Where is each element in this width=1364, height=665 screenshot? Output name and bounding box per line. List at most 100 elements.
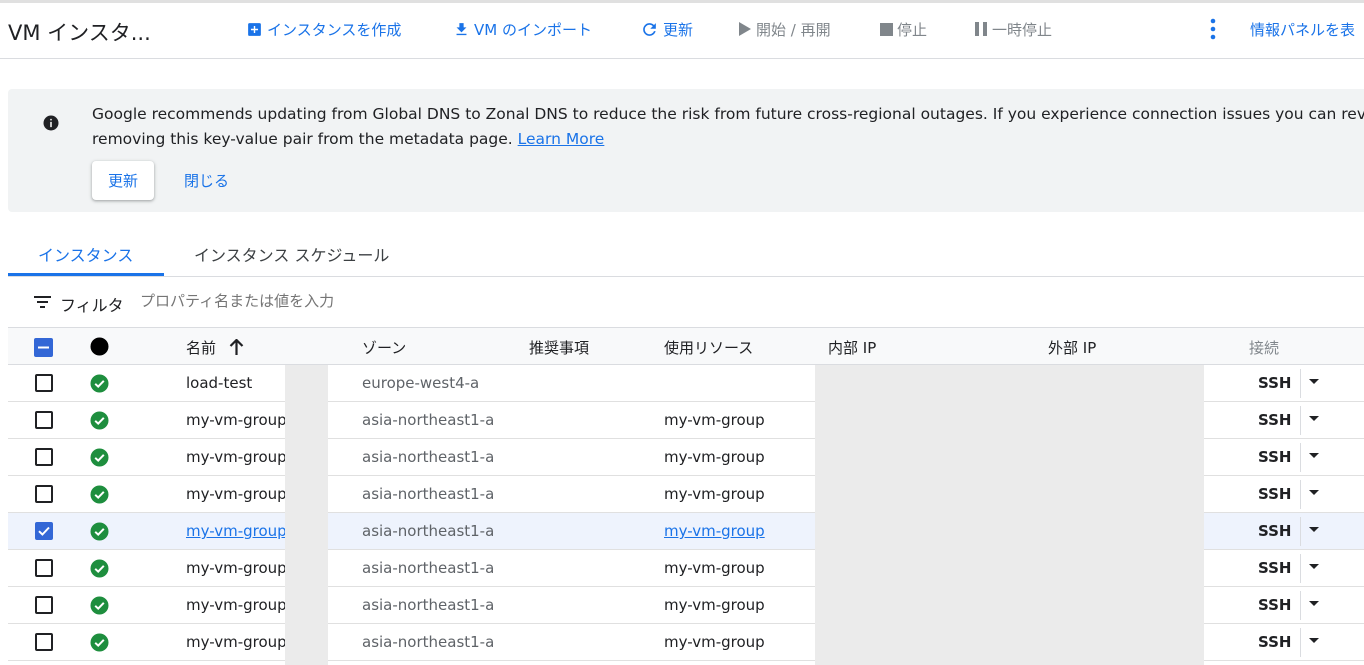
ssh-divider (1300, 554, 1301, 583)
instance-name[interactable]: my-vm-group- (186, 596, 292, 614)
add-box-icon (248, 22, 261, 36)
tab-instance-schedules[interactable]: インスタンス スケジュール (194, 242, 389, 266)
row-checkbox[interactable] (35, 448, 53, 466)
page-title: VM インスタ... (8, 21, 151, 45)
ssh-divider (1300, 406, 1301, 435)
instance-in-use-by: my-vm-group (664, 633, 765, 651)
row-checkbox[interactable] (35, 522, 53, 540)
info-panel-label: 情報パネルを表 (1250, 20, 1356, 39)
download-icon (456, 22, 467, 35)
status-running-icon (90, 522, 109, 541)
ssh-dropdown-icon[interactable] (1308, 524, 1320, 536)
ssh-button[interactable]: SSH (1258, 448, 1292, 466)
stop-icon (880, 22, 893, 36)
suspend-button[interactable]: 一時停止 (974, 17, 1052, 41)
instance-zone: asia-northeast1-a (362, 485, 495, 503)
banner-line-1: Google recommends updating from Global D… (92, 105, 1364, 123)
create-instance-label: インスタンスを作成 (267, 20, 402, 39)
instance-zone: asia-northeast1-a (362, 448, 495, 466)
status-running-icon (90, 374, 109, 393)
ssh-button[interactable]: SSH (1258, 559, 1292, 577)
column-external-ip[interactable]: 外部 IP (1048, 337, 1096, 358)
stop-button[interactable]: 停止 (880, 17, 927, 41)
status-running-icon (90, 411, 109, 430)
column-in-use-by[interactable]: 使用リソース (664, 337, 753, 358)
ssh-button[interactable]: SSH (1258, 411, 1292, 429)
info-icon (43, 115, 59, 131)
learn-more-link[interactable]: Learn More (518, 130, 605, 148)
toolbar: VM インスタ... インスタンスを作成 VM のインポート 更新 開始 / 再… (0, 3, 1364, 59)
instance-in-use-by: my-vm-group (664, 485, 765, 503)
instance-name[interactable]: my-vm-group- (186, 633, 292, 651)
ssh-dropdown-icon[interactable] (1308, 635, 1320, 647)
suspend-label: 一時停止 (992, 20, 1053, 39)
ssh-button[interactable]: SSH (1258, 374, 1292, 392)
start-resume-button[interactable]: 開始 / 再開 (738, 17, 831, 41)
ssh-divider (1300, 443, 1301, 472)
info-panel-button[interactable]: 情報パネルを表 (1250, 17, 1355, 41)
status-running-icon (90, 633, 109, 652)
filter-icon[interactable] (34, 296, 51, 308)
instance-name[interactable]: my-vm-group- (186, 448, 292, 466)
row-checkbox[interactable] (35, 559, 53, 577)
ssh-button[interactable]: SSH (1258, 633, 1292, 651)
active-tab-indicator (8, 273, 164, 276)
row-checkbox[interactable] (35, 411, 53, 429)
instance-name[interactable]: load-test (186, 374, 252, 392)
create-instance-button[interactable]: インスタンスを作成 (246, 17, 401, 41)
instance-in-use-by: my-vm-group (664, 559, 765, 577)
ssh-button[interactable]: SSH (1258, 522, 1292, 540)
filter-bar: フィルタ (8, 284, 1364, 320)
ssh-divider (1300, 517, 1301, 546)
instance-name[interactable]: my-vm-group- (186, 411, 292, 429)
more-vert-icon (1210, 18, 1216, 40)
instance-zone: asia-northeast1-a (362, 559, 495, 577)
refresh-icon (643, 22, 656, 36)
banner-close-button[interactable]: 閉じる (184, 161, 229, 200)
column-name[interactable]: 名前 (186, 337, 244, 358)
instance-name[interactable]: my-vm-group- (186, 485, 292, 503)
import-vm-button[interactable]: VM のインポート (453, 17, 592, 41)
ssh-divider (1300, 369, 1301, 398)
ssh-divider (1300, 628, 1301, 657)
table-header: 名前 ゾーン 推奨事項 使用リソース 内部 IP 外部 IP 接続 (8, 327, 1364, 365)
start-resume-label: 開始 / 再開 (756, 20, 831, 39)
banner-update-button[interactable]: 更新 (92, 161, 154, 200)
ssh-dropdown-icon[interactable] (1308, 413, 1320, 425)
row-checkbox[interactable] (35, 633, 53, 651)
refresh-button[interactable]: 更新 (640, 17, 693, 41)
ssh-dropdown-icon[interactable] (1308, 450, 1320, 462)
ssh-dropdown-icon[interactable] (1308, 487, 1320, 499)
row-checkbox[interactable] (35, 374, 53, 392)
instance-in-use-by: my-vm-group (664, 411, 765, 429)
more-menu-button[interactable] (1203, 17, 1223, 41)
column-recommendations[interactable]: 推奨事項 (529, 337, 589, 358)
sort-ascending-icon (229, 339, 244, 355)
ssh-divider (1300, 480, 1301, 509)
redacted-ip-addresses (815, 365, 1204, 665)
instance-zone: europe-west4-a (362, 374, 480, 392)
select-all-checkbox[interactable] (34, 338, 53, 357)
instance-name[interactable]: my-vm-group- (186, 559, 292, 577)
redacted-name-suffix (285, 365, 328, 665)
instance-name[interactable]: my-vm-group- (186, 522, 292, 540)
ssh-dropdown-icon[interactable] (1308, 598, 1320, 610)
tab-instances[interactable]: インスタンス (38, 242, 133, 266)
row-checkbox[interactable] (35, 596, 53, 614)
instance-in-use-by[interactable]: my-vm-group (664, 522, 765, 540)
column-internal-ip[interactable]: 内部 IP (828, 337, 876, 358)
instance-zone: asia-northeast1-a (362, 596, 495, 614)
ssh-dropdown-icon[interactable] (1308, 561, 1320, 573)
instance-zone: asia-northeast1-a (362, 411, 495, 429)
ssh-button[interactable]: SSH (1258, 596, 1292, 614)
pause-icon (975, 22, 987, 36)
filter-label: フィルタ (60, 296, 124, 315)
row-checkbox[interactable] (35, 485, 53, 503)
ssh-button[interactable]: SSH (1258, 485, 1292, 503)
stop-label: 停止 (897, 20, 928, 39)
ssh-dropdown-icon[interactable] (1308, 376, 1320, 388)
column-zone[interactable]: ゾーン (362, 337, 406, 358)
filter-input[interactable] (140, 292, 740, 310)
status-running-icon (90, 448, 109, 467)
banner-line-2-text: removing this key-value pair from the me… (92, 130, 518, 148)
